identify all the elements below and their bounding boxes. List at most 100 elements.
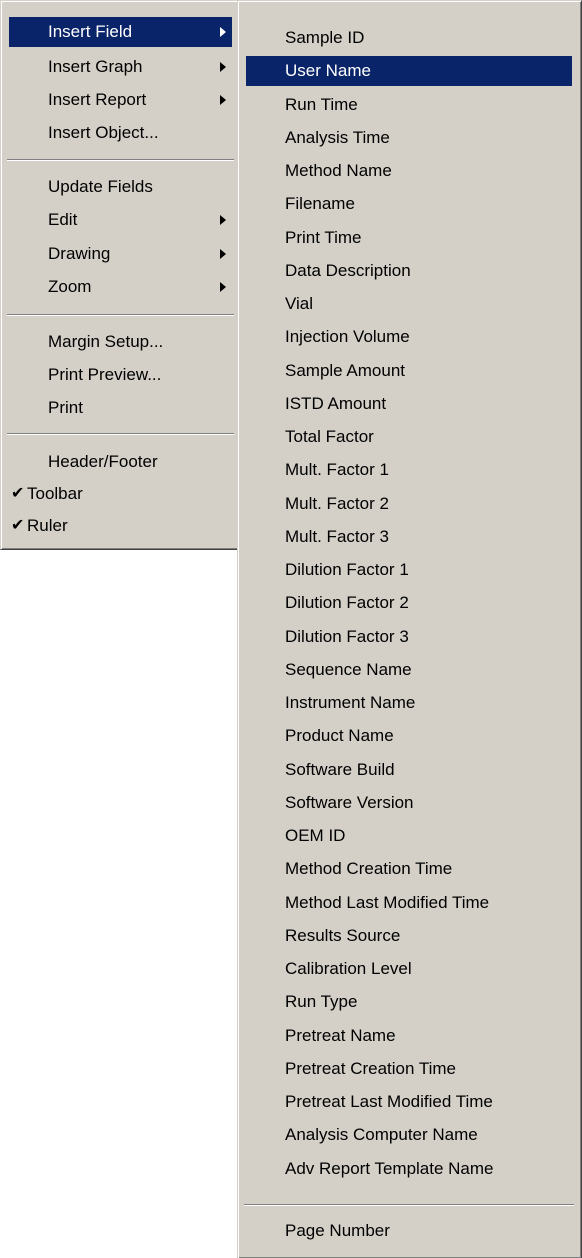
menu-item-label: Vial	[285, 294, 314, 313]
field-menu-item[interactable]: Analysis Computer Name	[246, 1120, 572, 1150]
menu-item-label: Dilution Factor 3	[285, 627, 409, 646]
field-menu-item[interactable]: Mult. Factor 1	[246, 455, 572, 485]
menu-item-label: Instrument Name	[285, 693, 416, 712]
menu-item-label: Pretreat Last Modified Time	[285, 1092, 493, 1111]
menu-item-label: ISTD Amount	[285, 394, 387, 413]
field-menu-item[interactable]: Dilution Factor 2	[246, 588, 572, 618]
field-menu-item[interactable]: Vial	[246, 289, 572, 319]
menu-item-label: Mult. Factor 2	[285, 494, 389, 513]
menu-item-label: Ruler	[27, 516, 68, 535]
field-menu-item[interactable]: Software Version	[246, 788, 572, 818]
menu-item-label: Print Time	[285, 228, 362, 247]
menu-item-label: Mult. Factor 1	[285, 460, 389, 479]
menu-item-drawing[interactable]: Drawing	[9, 239, 232, 269]
menu-item-label: Method Creation Time	[285, 859, 453, 878]
menu-item-insert-object[interactable]: Insert Object...	[9, 118, 232, 148]
field-menu-item[interactable]: Instrument Name	[246, 688, 572, 718]
menu-item-label: Injection Volume	[285, 327, 410, 346]
menu-item-label: Sample ID	[285, 28, 365, 47]
menu-item-label: Sequence Name	[285, 660, 412, 679]
field-menu-item[interactable]: Dilution Factor 3	[246, 622, 572, 652]
menu-item-toolbar[interactable]: ✔ Toolbar	[9, 479, 232, 509]
menu-item-margin-setup[interactable]: Margin Setup...	[9, 327, 232, 357]
field-menu-item[interactable]: Calibration Level	[246, 954, 572, 984]
field-menu-item[interactable]: Analysis Time	[246, 123, 572, 153]
field-menu-item[interactable]: Dilution Factor 1	[246, 555, 572, 585]
field-menu-item[interactable]: Injection Volume	[246, 322, 572, 352]
field-menu-item[interactable]: Sample Amount	[246, 356, 572, 386]
menu-item-label: Calibration Level	[285, 959, 412, 978]
field-menu-item[interactable]: Pretreat Last Modified Time	[246, 1087, 572, 1117]
menu-item-label: Sample Amount	[285, 361, 406, 380]
menu-item-update-fields[interactable]: Update Fields	[9, 172, 232, 202]
field-menu-item[interactable]: Mult. Factor 3	[246, 522, 572, 552]
menu-separator	[7, 314, 234, 316]
submenu-arrow-icon	[220, 62, 226, 72]
menu-item-edit[interactable]: Edit	[9, 205, 232, 235]
menu-item-label: Drawing	[48, 244, 111, 263]
submenu-arrow-icon	[220, 282, 226, 292]
check-icon: ✔	[11, 485, 25, 502]
menu-item-label: Software Version	[285, 793, 414, 812]
menu-item-label: Insert Graph	[48, 57, 143, 76]
menu-item-label: Analysis Time	[285, 128, 390, 147]
field-menu-item[interactable]: Adv Report Template Name	[246, 1154, 572, 1184]
context-menu: Insert Field Insert Graph Insert Report …	[0, 0, 241, 550]
field-menu-item[interactable]: Pretreat Name	[246, 1021, 572, 1051]
field-menu-item[interactable]: Mult. Factor 2	[246, 489, 572, 519]
menu-item-label: Header/Footer	[48, 452, 158, 471]
menu-item-label: Insert Report	[48, 90, 147, 109]
field-menu-item[interactable]: Data Description	[246, 256, 572, 286]
menu-item-label: Dilution Factor 2	[285, 593, 409, 612]
menu-item-ruler[interactable]: ✔ Ruler	[9, 511, 232, 541]
menu-item-label: Zoom	[48, 277, 92, 296]
menu-item-label: OEM ID	[285, 826, 346, 845]
menu-item-label: Update Fields	[48, 177, 153, 196]
menu-item-label: Run Type	[285, 992, 358, 1011]
menu-item-page-number[interactable]: Page Number	[246, 1216, 572, 1246]
field-menu-item[interactable]: Results Source	[246, 921, 572, 951]
menu-item-insert-field[interactable]: Insert Field	[9, 17, 232, 47]
field-menu-item[interactable]: Method Creation Time	[246, 854, 572, 884]
field-menu-item[interactable]: Filename	[246, 189, 572, 219]
field-menu-item[interactable]: OEM ID	[246, 821, 572, 851]
menu-item-label: Product Name	[285, 726, 394, 745]
menu-item-label: Pretreat Creation Time	[285, 1059, 457, 1078]
submenu-arrow-icon	[220, 27, 226, 37]
field-menu-item[interactable]: Method Last Modified Time	[246, 888, 572, 918]
field-menu-item[interactable]: Total Factor	[246, 422, 572, 452]
menu-item-print-preview[interactable]: Print Preview...	[9, 360, 232, 390]
menu-item-label: Method Name	[285, 161, 392, 180]
field-menu-item[interactable]: Method Name	[246, 156, 572, 186]
menu-item-zoom[interactable]: Zoom	[9, 272, 232, 302]
field-menu-item[interactable]: Product Name	[246, 721, 572, 751]
field-menu-item[interactable]: Print Time	[246, 223, 572, 253]
menu-item-label: Insert Object...	[48, 123, 159, 142]
field-menu-item[interactable]: User Name	[246, 56, 572, 86]
field-menu-item[interactable]: Sample ID	[246, 23, 572, 53]
menu-item-label: Insert Field	[48, 22, 133, 41]
menu-item-label: Edit	[48, 210, 78, 229]
menu-item-label: Results Source	[285, 926, 401, 945]
menu-item-label: Run Time	[285, 95, 358, 114]
field-menu-item[interactable]: Run Time	[246, 90, 572, 120]
field-menu-item[interactable]: ISTD Amount	[246, 389, 572, 419]
menu-item-label: Mult. Factor 3	[285, 527, 389, 546]
menu-item-insert-graph[interactable]: Insert Graph	[9, 52, 232, 82]
menu-item-label: Pretreat Name	[285, 1026, 396, 1045]
menu-separator	[7, 159, 234, 161]
field-menu-item[interactable]: Sequence Name	[246, 655, 572, 685]
field-menu-item[interactable]: Run Type	[246, 987, 572, 1017]
menu-item-label: Analysis Computer Name	[285, 1125, 478, 1144]
menu-item-label: Total Factor	[285, 427, 374, 446]
menu-item-insert-report[interactable]: Insert Report	[9, 85, 232, 115]
menu-item-header-footer[interactable]: Header/Footer	[9, 447, 232, 477]
field-menu-item[interactable]: Pretreat Creation Time	[246, 1054, 572, 1084]
menu-item-label: Method Last Modified Time	[285, 893, 490, 912]
menu-item-label: Filename	[285, 194, 355, 213]
menu-item-print[interactable]: Print	[9, 393, 232, 423]
field-menu-item[interactable]: Software Build	[246, 755, 572, 785]
menu-item-label: Page Number	[285, 1221, 390, 1240]
menu-item-label: User Name	[285, 61, 371, 80]
insert-field-submenu: Sample ID User Name Run Time Analysis Time M…	[237, 0, 582, 1258]
